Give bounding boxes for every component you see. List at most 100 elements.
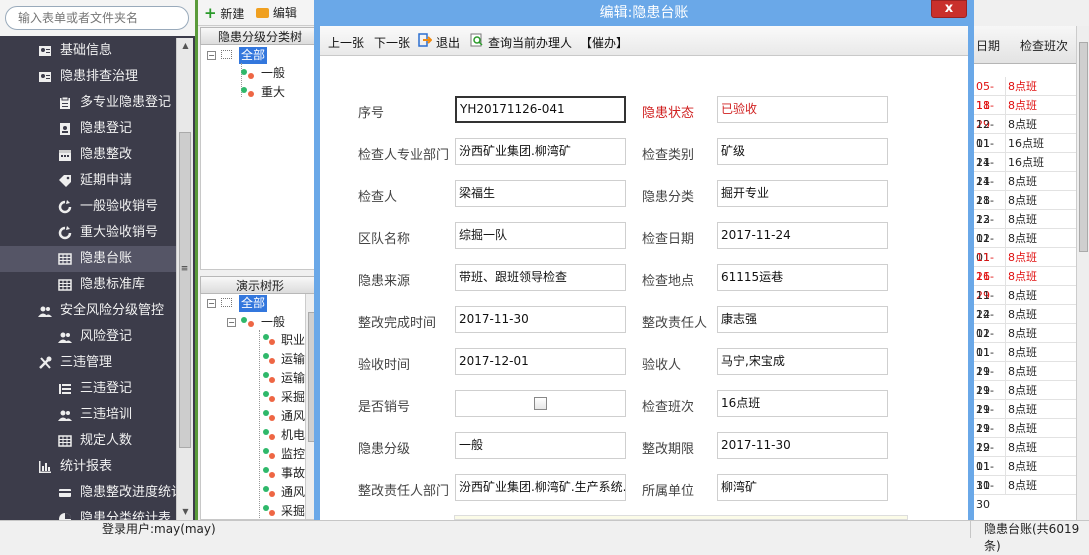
- collapse-toggle-icon[interactable]: −: [207, 51, 216, 60]
- sidebar-item[interactable]: 隐患标准库: [0, 272, 176, 298]
- tree-node[interactable]: 一般: [261, 65, 285, 82]
- form-field[interactable]: 已验收: [717, 96, 888, 123]
- form-field[interactable]: 康志强: [717, 306, 888, 333]
- tree-node[interactable]: 职业: [281, 332, 305, 349]
- tree-node[interactable]: 事故: [281, 465, 305, 482]
- scroll-down-icon[interactable]: ▼: [177, 504, 194, 520]
- table-row[interactable]: 12-01 8点班: [973, 115, 1076, 150]
- sidebar-item[interactable]: 三违登记: [0, 376, 176, 402]
- column-header-date[interactable]: 日期: [976, 37, 1000, 54]
- form-field[interactable]: 汾西矿业集团.柳湾矿: [455, 138, 626, 165]
- form-field[interactable]: 掘开专业: [717, 180, 888, 207]
- tree-node[interactable]: 机电: [281, 427, 305, 444]
- form-field[interactable]: 汾西矿业集团.柳湾矿.生产系统.: [455, 474, 626, 501]
- sidebar-item[interactable]: 隐患整改: [0, 142, 176, 168]
- tree-node[interactable]: 采掘: [281, 503, 305, 519]
- table-row[interactable]: 11-24 16点班: [973, 134, 1076, 169]
- table-row[interactable]: 12-01 8点班: [973, 229, 1076, 264]
- exit-button[interactable]: 退出: [436, 34, 460, 51]
- table-row[interactable]: 11-30 8点班: [973, 457, 1076, 492]
- table-row[interactable]: 11-29 8点班: [973, 96, 1076, 131]
- query-handler-button[interactable]: 查询当前办理人: [488, 34, 572, 51]
- sidebar-item[interactable]: 风险登记: [0, 324, 176, 350]
- collapse-toggle-icon[interactable]: −: [227, 318, 236, 327]
- scroll-up-icon[interactable]: ▲: [177, 38, 194, 54]
- sidebar-item[interactable]: 一般验收销号: [0, 194, 176, 220]
- is-cancelled-checkbox[interactable]: [534, 397, 547, 410]
- next-record-button[interactable]: 下一张: [374, 34, 410, 51]
- sidebar-item[interactable]: 安全风险分级管控: [0, 298, 176, 324]
- close-button[interactable]: x: [931, 0, 967, 18]
- sidebar-item[interactable]: 多专业隐患登记: [0, 90, 176, 116]
- tree-node[interactable]: 重大: [261, 84, 285, 101]
- tree-node[interactable]: 通风: [281, 408, 305, 425]
- cell-shift: 8点班: [1008, 346, 1037, 359]
- tree-node[interactable]: 运输: [281, 370, 305, 387]
- form-field[interactable]: 矿级: [717, 138, 888, 165]
- form-field[interactable]: 柳湾矿: [717, 474, 888, 501]
- edit-button[interactable]: 编辑: [256, 4, 297, 22]
- sidebar-item[interactable]: 隐患台账: [0, 246, 176, 272]
- sidebar-item[interactable]: 基础信息: [0, 38, 176, 64]
- tree-node-root[interactable]: 全部: [239, 47, 268, 64]
- tree-node[interactable]: 一般: [261, 314, 285, 331]
- urge-button[interactable]: 【催办】: [580, 34, 628, 51]
- form-field[interactable]: 一般: [455, 432, 626, 459]
- table-row[interactable]: 11-24 16点班: [973, 153, 1076, 188]
- table-row[interactable]: 11-28 8点班: [973, 172, 1076, 207]
- table-row[interactable]: 12-01 8点班: [973, 438, 1076, 473]
- table-row[interactable]: 05-18 8点班: [973, 77, 1076, 112]
- tree-node[interactable]: 监控: [281, 446, 305, 463]
- sidebar-item[interactable]: 重大验收销号: [0, 220, 176, 246]
- scroll-thumb[interactable]: [179, 132, 191, 448]
- table-row[interactable]: 11-24 8点班: [973, 286, 1076, 321]
- form-field[interactable]: 61115运巷: [717, 264, 888, 291]
- new-button[interactable]: + 新建: [204, 4, 244, 22]
- table-row[interactable]: 12-01 8点班: [973, 210, 1076, 245]
- table-row[interactable]: 12-01 8点班: [973, 305, 1076, 340]
- column-header-shift[interactable]: 检查班次: [1020, 37, 1068, 54]
- form-field[interactable]: 2017-11-30: [717, 432, 888, 459]
- sidebar-item[interactable]: 隐患整改进度统计: [0, 480, 176, 506]
- splitter-grip-icon[interactable]: ≡: [176, 264, 193, 276]
- prev-record-button[interactable]: 上一张: [328, 34, 364, 51]
- tree-node-root[interactable]: 全部: [239, 295, 268, 312]
- table-row[interactable]: 12-01 8点班: [973, 324, 1076, 359]
- scroll-thumb[interactable]: [1079, 42, 1088, 252]
- sidebar-item[interactable]: 三违管理: [0, 350, 176, 376]
- form-field[interactable]: 16点班: [717, 390, 888, 417]
- form-field[interactable]: 综掘一队: [455, 222, 626, 249]
- table-row[interactable]: 11-29 8点班: [973, 343, 1076, 378]
- table-row[interactable]: 11-26 8点班: [973, 248, 1076, 283]
- sidebar-item[interactable]: 隐患分类统计表: [0, 506, 176, 520]
- table-row[interactable]: 11-30 8点班: [973, 476, 1076, 511]
- form-field[interactable]: 2017-11-30: [455, 306, 626, 333]
- grid-scrollbar[interactable]: [1076, 26, 1089, 520]
- table-row[interactable]: 11-29 8点班: [973, 419, 1076, 454]
- form-field[interactable]: 马宁,宋宝成: [717, 348, 888, 375]
- sidebar-item[interactable]: 三违培训: [0, 402, 176, 428]
- tree-node[interactable]: 通风: [281, 484, 305, 501]
- table-row[interactable]: 11-29 8点班: [973, 267, 1076, 302]
- form-field[interactable]: YH20171126-041: [455, 96, 626, 123]
- is-cancelled-field[interactable]: [455, 390, 626, 417]
- form-field[interactable]: 2017-11-24: [717, 222, 888, 249]
- table-row[interactable]: 11-29 8点班: [973, 381, 1076, 416]
- panel-divider[interactable]: [195, 0, 198, 520]
- form-field[interactable]: 梁福生: [455, 180, 626, 207]
- form-field[interactable]: 带班、跟班领导检查: [455, 264, 626, 291]
- table-row[interactable]: 11-29 8点班: [973, 362, 1076, 397]
- sidebar-item[interactable]: 延期申请: [0, 168, 176, 194]
- tree-node[interactable]: 采掘: [281, 389, 305, 406]
- table-row[interactable]: 11-23 8点班: [973, 191, 1076, 226]
- sidebar-item[interactable]: 隐患排查治理: [0, 64, 176, 90]
- form-field[interactable]: 2017-12-01: [455, 348, 626, 375]
- sidebar-item[interactable]: 规定人数: [0, 428, 176, 454]
- sidebar-item[interactable]: 统计报表: [0, 454, 176, 480]
- sidebar-item[interactable]: 隐患登记: [0, 116, 176, 142]
- table-row[interactable]: 11-29 8点班: [973, 400, 1076, 435]
- tree-node[interactable]: 运输: [281, 351, 305, 368]
- search-input[interactable]: [5, 6, 189, 30]
- sidebar-scrollbar[interactable]: ▲ ▼: [176, 38, 193, 520]
- collapse-toggle-icon[interactable]: −: [207, 299, 216, 308]
